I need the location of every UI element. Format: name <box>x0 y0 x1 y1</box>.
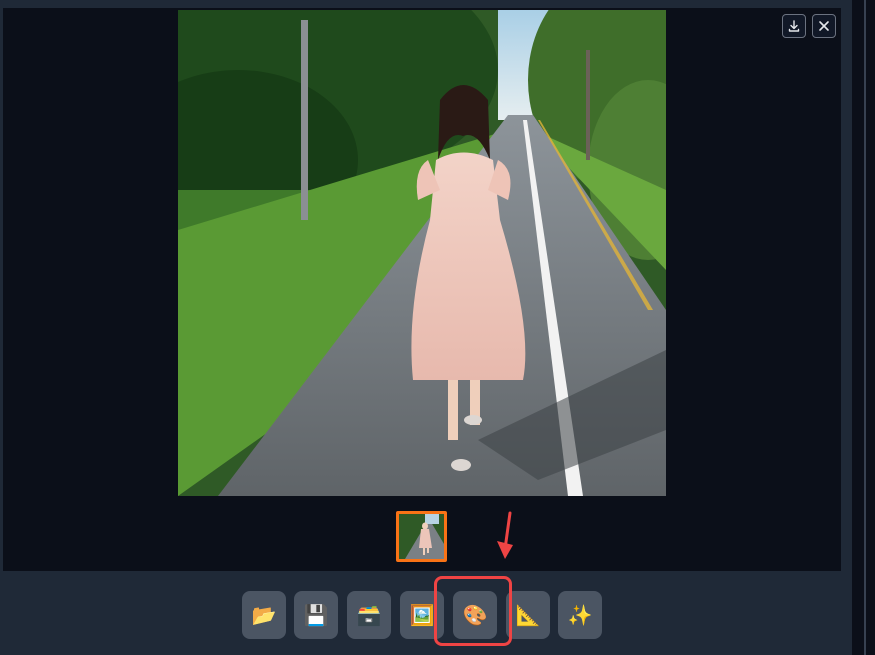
annotation-arrow <box>497 511 513 559</box>
open-folder-button[interactable]: 📂 <box>242 591 286 639</box>
annotation-highlight-box <box>434 576 512 646</box>
scrollbar[interactable] <box>864 0 866 655</box>
gallery-thumbnail[interactable] <box>396 511 447 562</box>
triangular-ruler-icon: 📐 <box>515 603 541 627</box>
scroll-track <box>853 0 864 655</box>
send-to-extras-button[interactable]: 📐 <box>506 591 550 639</box>
app-root: 📂 💾 🗃️ 🖼️ 🎨 📐 ✨ <box>0 0 875 655</box>
zip-button[interactable]: 🗃️ <box>347 591 391 639</box>
preview-image[interactable] <box>178 10 666 496</box>
framed-picture-icon: 🖼️ <box>409 603 435 627</box>
close-icon <box>819 21 829 31</box>
upscale-button[interactable]: ✨ <box>558 591 602 639</box>
thumbnail-art <box>399 514 444 559</box>
sparkles-icon: ✨ <box>567 603 593 627</box>
download-button[interactable] <box>782 14 806 38</box>
card-box-icon: 🗃️ <box>356 603 382 627</box>
preview-image-art <box>178 10 666 496</box>
floppy-disk-icon: 💾 <box>303 603 329 627</box>
download-icon <box>788 20 800 32</box>
save-button[interactable]: 💾 <box>294 591 338 639</box>
close-preview-button[interactable] <box>812 14 836 38</box>
folder-icon: 📂 <box>251 603 277 627</box>
